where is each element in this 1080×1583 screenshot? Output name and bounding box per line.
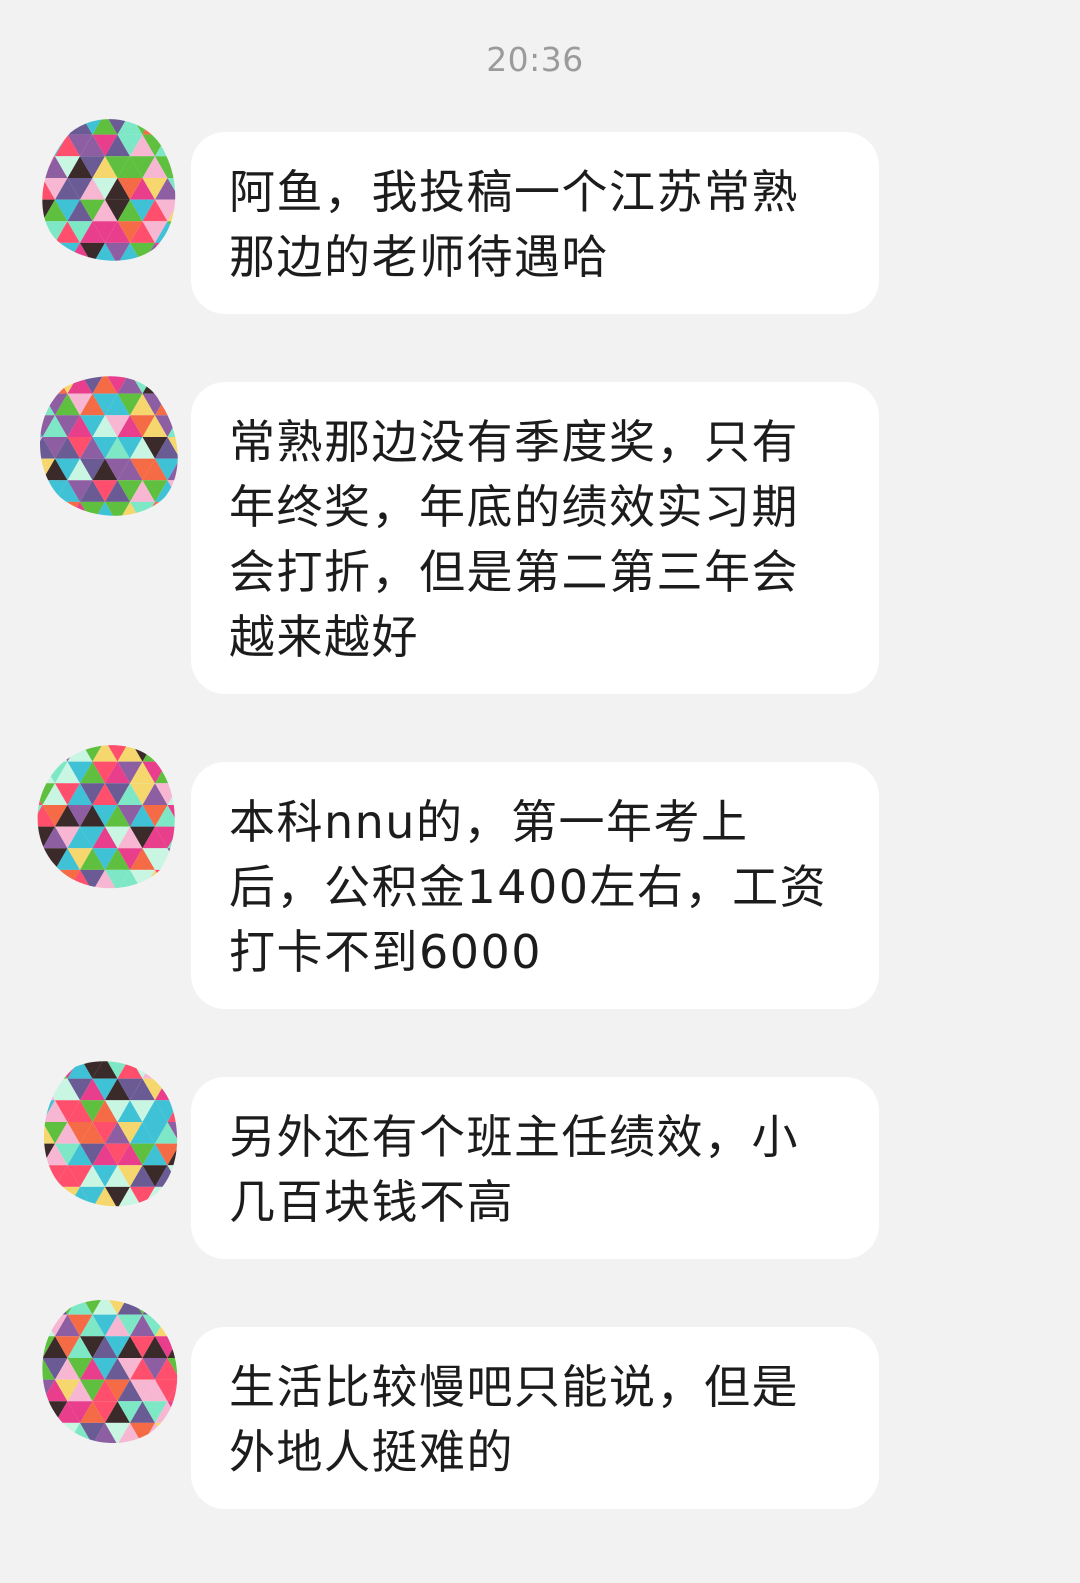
message-bubble[interactable]: 生活比较慢吧只能说，但是外地人挺难的 [191, 1327, 879, 1509]
message-bubble[interactable]: 本科nnu的，第一年考上后，公积金1400左右，工资打卡不到6000 [191, 762, 879, 1009]
message-timestamp: 20:36 [486, 40, 584, 79]
sender-avatar[interactable] [30, 372, 180, 522]
sender-avatar[interactable] [30, 1057, 180, 1207]
mosaic-avatar-icon [40, 376, 178, 516]
sender-avatar[interactable] [30, 740, 180, 890]
sender-avatar[interactable] [30, 1293, 180, 1443]
mosaic-avatar-icon [42, 1299, 178, 1443]
message-bubble[interactable]: 阿鱼，我投稿一个江苏常熟那边的老师待遇哈 [191, 132, 879, 314]
chat-view: 20:36 阿鱼，我投稿一个江苏常熟那边的老师待遇哈 常熟那边没有季度奖，只有年… [0, 0, 1080, 1583]
message-bubble[interactable]: 常熟那边没有季度奖，只有年终奖，年底的绩效实习期会打折，但是第二第三年会越来越好 [191, 382, 879, 694]
mosaic-avatar-icon [37, 745, 175, 889]
message-bubble[interactable]: 另外还有个班主任绩效，小几百块钱不高 [191, 1077, 879, 1259]
mosaic-avatar-icon [42, 119, 176, 261]
sender-avatar[interactable] [30, 113, 180, 263]
mosaic-avatar-icon [43, 1061, 178, 1207]
